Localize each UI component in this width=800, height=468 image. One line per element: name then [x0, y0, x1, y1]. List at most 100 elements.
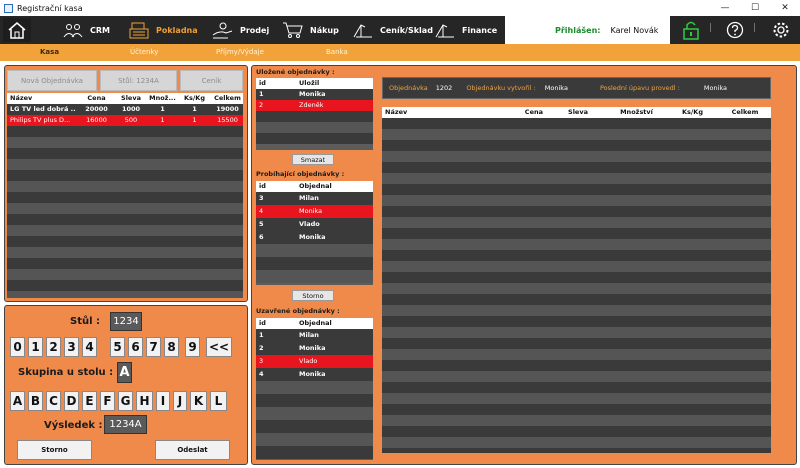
table-row[interactable]	[256, 133, 373, 144]
table-row[interactable]	[382, 327, 771, 338]
table-row[interactable]	[256, 407, 373, 420]
key-l[interactable]: L	[210, 391, 227, 411]
gear-icon[interactable]	[772, 21, 790, 39]
table-row[interactable]	[7, 192, 243, 203]
table-row[interactable]	[382, 338, 771, 349]
col-id[interactable]: id	[256, 78, 296, 89]
table-row[interactable]	[382, 360, 771, 371]
key-f[interactable]: F	[100, 391, 115, 411]
col-ks-kg[interactable]: Ks/Kg	[666, 107, 716, 118]
col-objednal[interactable]: Objednal	[296, 318, 373, 329]
table-row[interactable]	[256, 394, 373, 407]
minimize-button[interactable]: —	[710, 0, 740, 16]
table-row[interactable]	[382, 173, 771, 184]
table-row[interactable]: 5 Vlado	[256, 218, 373, 231]
table-row[interactable]	[7, 159, 243, 170]
table-row[interactable]: 3 Milan	[256, 192, 373, 205]
table-row[interactable]	[7, 181, 243, 192]
table-row[interactable]	[256, 420, 373, 433]
key-8[interactable]: 8	[164, 337, 179, 357]
table-row[interactable]	[382, 371, 771, 382]
table-row[interactable]	[7, 247, 243, 258]
home-button[interactable]	[3, 18, 31, 42]
table-row[interactable]	[382, 217, 771, 228]
table-row[interactable]	[256, 244, 373, 257]
col-celkem[interactable]: Celkem	[716, 107, 771, 118]
table-row[interactable]	[382, 272, 771, 283]
subtab-prijmy-vydaje[interactable]: Příjmy/Výdaje	[216, 44, 264, 61]
table-row[interactable]	[382, 393, 771, 404]
table-row[interactable]	[382, 316, 771, 327]
table-row[interactable]	[382, 294, 771, 305]
nav-cenik-sklad[interactable]: Ceník/Sklad	[352, 16, 433, 44]
col-objednal[interactable]: Objednal	[296, 181, 373, 192]
table-row[interactable]	[256, 122, 373, 133]
nav-finance[interactable]: Finance	[434, 16, 497, 44]
subtab-banka[interactable]: Banka	[326, 44, 348, 61]
key-g[interactable]: G	[118, 391, 133, 411]
table-row[interactable]	[382, 129, 771, 140]
table-row[interactable]	[382, 382, 771, 393]
table-row[interactable]	[382, 415, 771, 426]
col-id[interactable]: id	[256, 318, 296, 329]
table-row[interactable]	[382, 426, 771, 437]
table-row[interactable]	[7, 170, 243, 181]
delete-button[interactable]: Smazat	[292, 154, 334, 165]
key-5[interactable]: 5	[110, 337, 125, 357]
col-id[interactable]: id	[256, 181, 296, 192]
key-4[interactable]: 4	[82, 337, 97, 357]
table-row[interactable]: 6 Monika	[256, 231, 373, 244]
key-9[interactable]: 9	[185, 337, 200, 357]
table-row[interactable]	[382, 162, 771, 173]
table-row[interactable]: LG TV led dobrá ... 20000 1000 1 1 19000	[7, 104, 243, 115]
table-row[interactable]	[382, 250, 771, 261]
table-row[interactable]	[382, 305, 771, 316]
table-row[interactable]	[7, 258, 243, 269]
key-7[interactable]: 7	[146, 337, 161, 357]
key-1[interactable]: 1	[28, 337, 43, 357]
key-h[interactable]: H	[136, 391, 153, 411]
table-row[interactable]	[382, 448, 771, 453]
nav-prodej[interactable]: Prodej	[212, 16, 269, 44]
send-button[interactable]: Odeslat	[155, 440, 230, 460]
key-a[interactable]: A	[10, 391, 25, 411]
table-row[interactable]	[7, 126, 243, 137]
help-icon[interactable]	[726, 21, 744, 39]
table-row[interactable]	[382, 283, 771, 294]
col-ulozil[interactable]: Uložil	[296, 78, 373, 89]
table-row[interactable]	[256, 111, 373, 122]
table-row[interactable]	[382, 118, 771, 129]
nav-pokladna[interactable]: Pokladna	[128, 16, 198, 44]
table-row[interactable]	[382, 140, 771, 151]
running-cancel-button[interactable]: Storno	[292, 290, 334, 301]
table-row[interactable]	[382, 184, 771, 195]
keypad-cancel-button[interactable]: Storno	[17, 440, 92, 460]
table-row[interactable]	[382, 437, 771, 448]
table-row[interactable]: 1 Milan	[256, 329, 373, 342]
table-row[interactable]	[382, 151, 771, 162]
key-e[interactable]: E	[82, 391, 97, 411]
key-3[interactable]: 3	[64, 337, 79, 357]
table-row[interactable]	[382, 239, 771, 250]
key-0[interactable]: 0	[10, 337, 25, 357]
table-row[interactable]	[7, 225, 243, 236]
key-k[interactable]: K	[190, 391, 207, 411]
table-row[interactable]: 1 Monika	[256, 89, 373, 100]
table-row[interactable]	[7, 269, 243, 280]
table-row[interactable]	[256, 381, 373, 394]
key-b[interactable]: B	[28, 391, 43, 411]
col-nazev[interactable]: Název	[382, 107, 494, 118]
nav-crm[interactable]: CRM	[62, 16, 110, 44]
key-i[interactable]: I	[156, 391, 170, 411]
col-nazev[interactable]: Název	[7, 93, 76, 104]
table-row[interactable]	[7, 291, 243, 298]
table-row[interactable]	[382, 404, 771, 415]
table-row[interactable]: Philips TV plus D... 16000 500 1 1 15500	[7, 115, 243, 126]
table-row[interactable]: 2 Zdeněk	[256, 100, 373, 111]
key-c[interactable]: C	[46, 391, 61, 411]
table-row[interactable]	[256, 446, 373, 459]
col-celkem[interactable]: Celkem	[209, 93, 243, 104]
pricelist-button[interactable]: Ceník	[180, 70, 243, 91]
table-row[interactable]	[382, 228, 771, 239]
backspace-key[interactable]: <<	[206, 337, 232, 357]
